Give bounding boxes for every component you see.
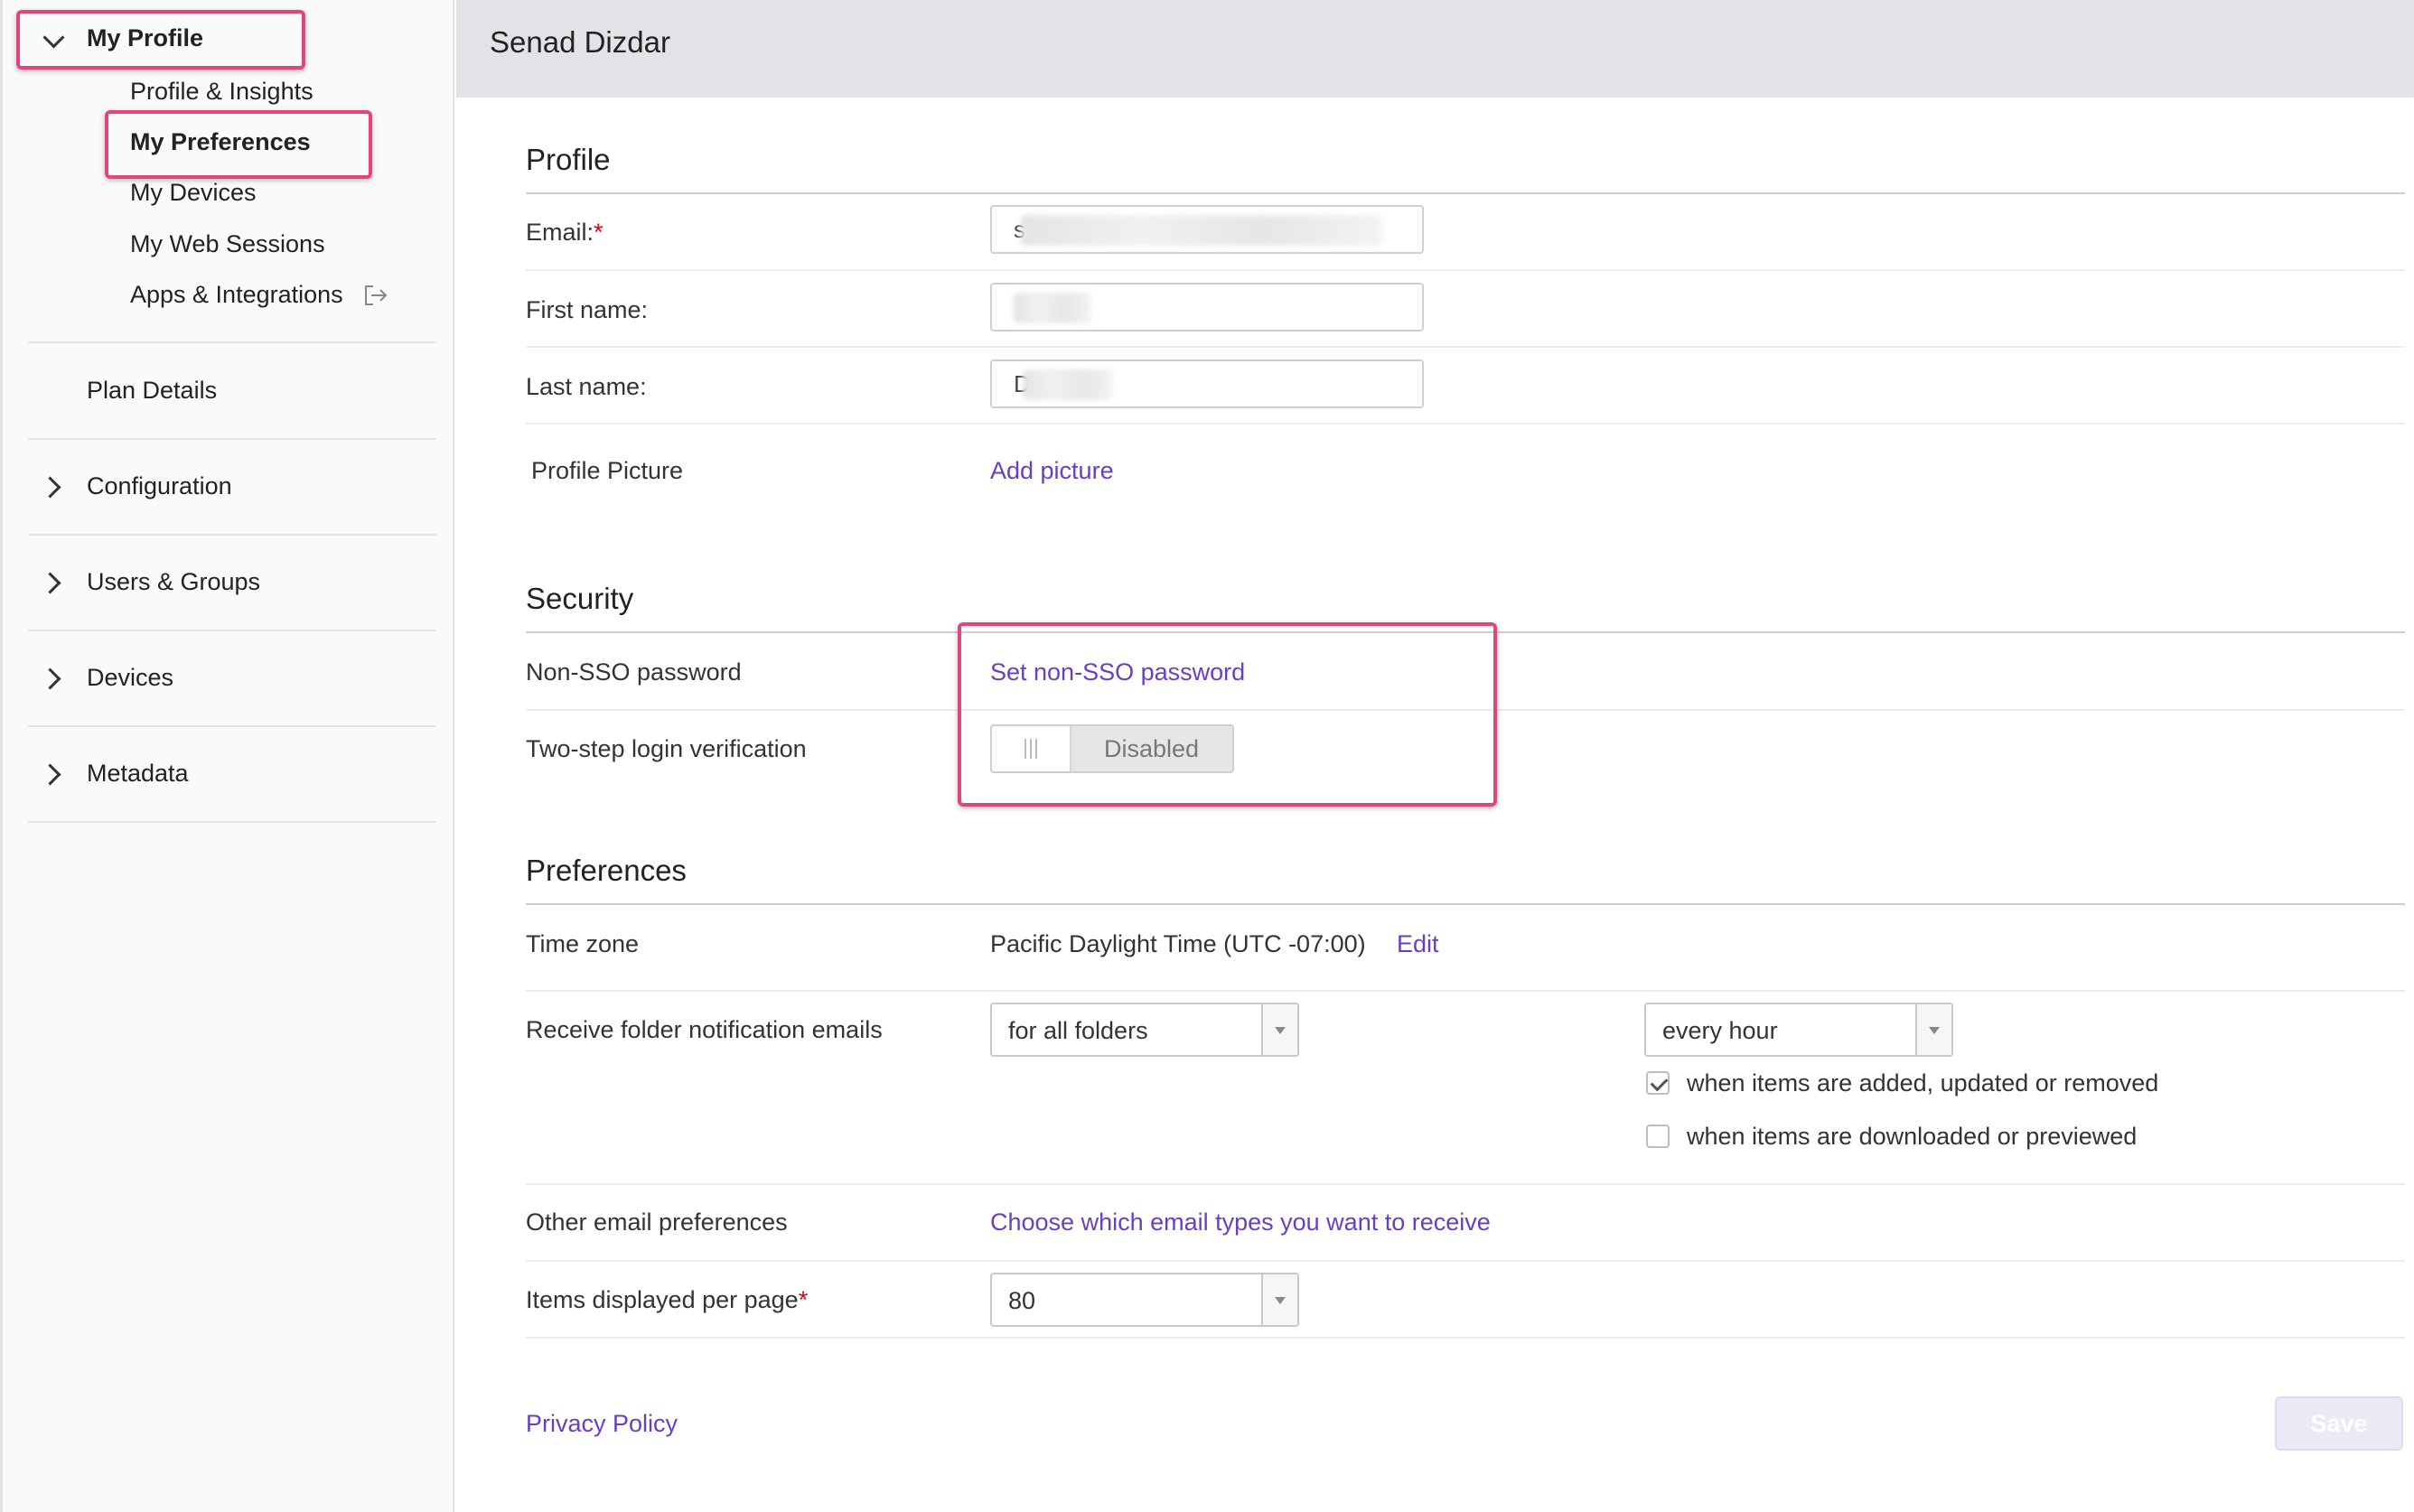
email-label: Email:* (526, 219, 604, 247)
privacy-policy-link[interactable]: Privacy Policy (526, 1410, 678, 1438)
time-zone-value: Pacific Daylight Time (UTC -07:00) (990, 930, 1366, 957)
highlight-security-settings (958, 622, 1497, 807)
section-title-preferences: Preferences (526, 854, 687, 887)
required-marker: * (798, 1286, 809, 1313)
chevron-right-icon[interactable] (39, 763, 61, 786)
add-picture-link[interactable]: Add picture (990, 457, 1114, 485)
sidebar-item-my-web-sessions[interactable]: My Web Sessions (130, 230, 325, 258)
email-types-link[interactable]: Choose which email types you want to rec… (990, 1209, 1491, 1237)
section-rule (526, 192, 2405, 194)
row-divider (526, 990, 2405, 992)
email-label-text: Email: (526, 219, 594, 246)
non-sso-password-label: Non-SSO password (526, 658, 742, 686)
section-title-security: Security (526, 582, 634, 615)
sidebar-item-plan-details[interactable]: Plan Details (87, 377, 217, 405)
sidebar-item-my-devices[interactable]: My Devices (130, 179, 257, 207)
sidebar-divider (28, 438, 436, 440)
dropdown-button[interactable] (1261, 1004, 1297, 1055)
redacted-first-name (1014, 293, 1091, 323)
items-per-page-value: 80 (1008, 1287, 1036, 1314)
external-link-icon (365, 285, 388, 305)
items-per-page-label: Items displayed per page* (526, 1286, 808, 1314)
page-header: Senad Dizdar (456, 0, 2414, 98)
required-marker: * (594, 219, 604, 246)
folder-notification-label: Receive folder notification emails (526, 1016, 883, 1043)
folder-scope-select[interactable]: for all folders (990, 1003, 1299, 1057)
other-email-label: Other email preferences (526, 1209, 788, 1236)
row-divider (526, 423, 2405, 425)
caret-down-icon (1275, 1027, 1286, 1034)
sidebar-divider (28, 725, 436, 727)
checkbox-items-added[interactable] (1646, 1071, 1670, 1095)
dropdown-button[interactable] (1915, 1004, 1951, 1055)
caret-down-icon (1929, 1027, 1940, 1034)
sidebar-item-devices[interactable]: Devices (87, 664, 173, 692)
chevron-right-icon[interactable] (39, 667, 61, 690)
row-divider (526, 346, 2405, 348)
row-divider (526, 1337, 2405, 1339)
two-step-label: Two-step login verification (526, 735, 807, 762)
frequency-value: every hour (1662, 1017, 1778, 1044)
redacted-email (1021, 215, 1382, 246)
section-title-profile: Profile (526, 143, 611, 176)
redacted-last-name (1023, 369, 1113, 400)
sidebar-item-apps-integrations[interactable]: Apps & Integrations (130, 281, 343, 309)
row-divider (526, 1183, 2405, 1185)
checkbox-items-downloaded-label: when items are downloaded or previewed (1687, 1123, 2138, 1150)
last-name-label: Last name: (526, 373, 647, 400)
items-per-page-select[interactable]: 80 (990, 1273, 1299, 1327)
frequency-select[interactable]: every hour (1644, 1003, 1953, 1057)
dropdown-button[interactable] (1261, 1274, 1297, 1325)
sidebar: My Profile Profile & Insights My Prefere… (0, 0, 454, 1512)
row-divider (526, 269, 2405, 271)
sidebar-item-users-groups[interactable]: Users & Groups (87, 568, 260, 596)
chevron-right-icon[interactable] (39, 572, 61, 594)
sidebar-divider (28, 821, 436, 823)
time-zone-label: Time zone (526, 930, 640, 957)
row-divider (526, 1260, 2405, 1262)
section-rule (526, 903, 2405, 905)
highlight-my-profile (16, 10, 305, 70)
page-title: Senad Dizdar (490, 25, 670, 59)
chevron-right-icon[interactable] (39, 476, 61, 499)
first-name-label: First name: (526, 296, 649, 323)
sidebar-divider (28, 534, 436, 536)
checkbox-items-downloaded[interactable] (1646, 1125, 1670, 1148)
highlight-my-preferences (105, 110, 372, 179)
sidebar-item-metadata[interactable]: Metadata (87, 760, 189, 788)
sidebar-item-configuration[interactable]: Configuration (87, 472, 232, 500)
sidebar-divider (28, 341, 436, 343)
profile-picture-label: Profile Picture (531, 457, 684, 484)
items-per-page-label-text: Items displayed per page (526, 1286, 799, 1313)
save-button[interactable]: Save (2275, 1396, 2403, 1451)
time-zone-edit-link[interactable]: Edit (1397, 930, 1439, 958)
sidebar-item-profile-insights[interactable]: Profile & Insights (130, 78, 313, 106)
sidebar-divider (28, 630, 436, 631)
checkbox-items-added-label: when items are added, updated or removed (1687, 1069, 2159, 1097)
caret-down-icon (1275, 1297, 1286, 1304)
folder-scope-value: for all folders (1008, 1017, 1148, 1044)
checkmark-icon (1650, 1073, 1669, 1092)
